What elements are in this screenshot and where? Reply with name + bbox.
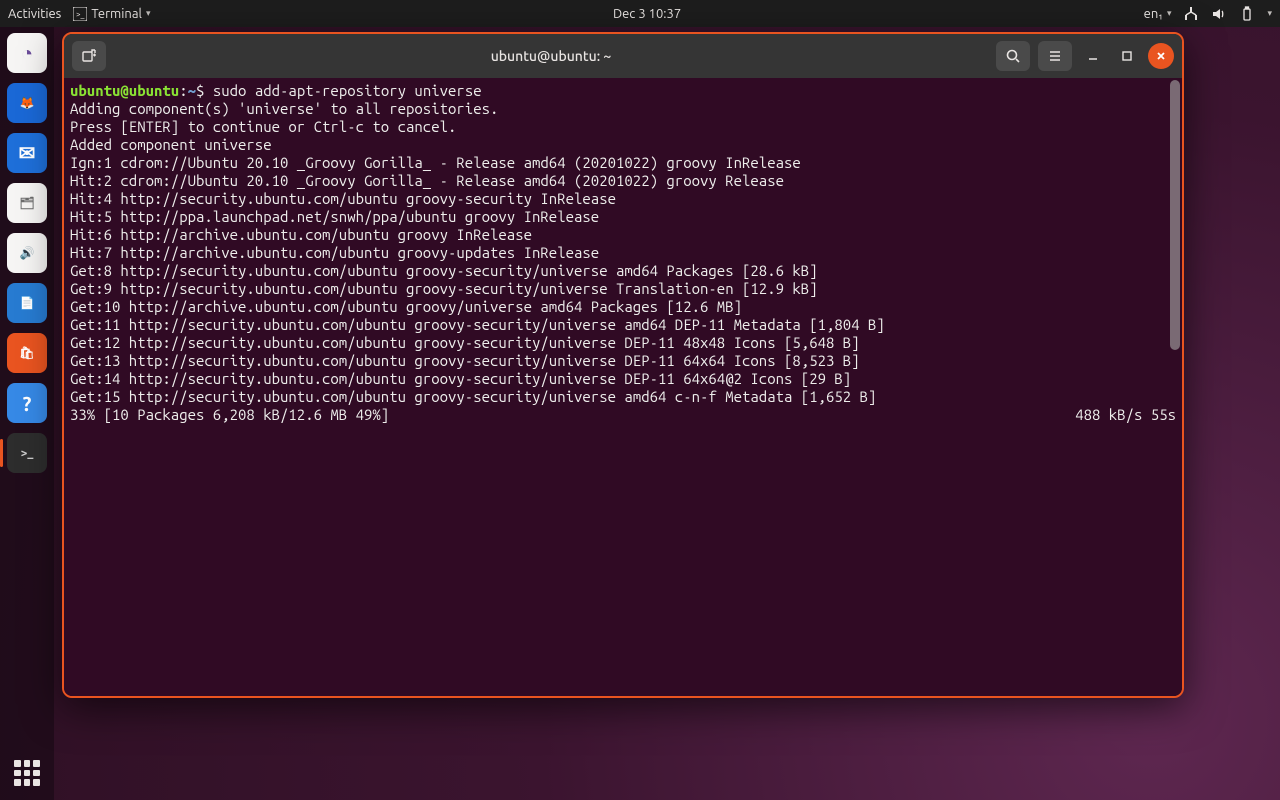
window-title: ubuntu@ubuntu: ~ [491, 48, 612, 64]
help-icon: ? [23, 392, 32, 415]
firefox-icon: 🦊 [20, 96, 35, 110]
apps-grid-icon [14, 760, 40, 786]
hamburger-icon [1047, 48, 1063, 64]
dock-app-nautilus-live[interactable]: ◔ [7, 33, 47, 73]
dock-app-files[interactable]: 🗂 [7, 183, 47, 223]
hamburger-menu-button[interactable] [1038, 41, 1072, 71]
chevron-down-icon: ▾ [146, 8, 151, 19]
search-icon [1005, 48, 1021, 64]
software-icon: 🛍 [19, 346, 34, 360]
files-icon: 🗂 [19, 196, 34, 210]
command: sudo add-apt-repository universe [213, 82, 482, 99]
chevron-down-icon: ▾ [1167, 8, 1172, 19]
volume-icon[interactable] [1211, 6, 1227, 22]
progress-left: 33% [10 Packages 6,208 kB/12.6 MB 49%] [70, 406, 389, 424]
maximize-button[interactable] [1114, 43, 1140, 69]
app-menu[interactable]: >_ Terminal ▾ [73, 7, 150, 21]
dock-app-thunderbird[interactable]: ✉ [7, 133, 47, 173]
libreoffice-writer-icon: 📄 [20, 296, 35, 310]
terminal-app-icon: >_ [73, 7, 87, 21]
terminal-content[interactable]: ubuntu@ubuntu:~$ sudo add-apt-repository… [64, 78, 1182, 696]
dock-app-rhythmbox[interactable]: 🔊 [7, 233, 47, 273]
dock-app-software[interactable]: 🛍 [7, 333, 47, 373]
search-button[interactable] [996, 41, 1030, 71]
terminal-output: ubuntu@ubuntu:~$ sudo add-apt-repository… [70, 82, 1176, 406]
battery-icon[interactable] [1239, 6, 1255, 22]
prompt-user: ubuntu@ubuntu [70, 82, 179, 99]
close-button[interactable] [1148, 43, 1174, 69]
show-applications-button[interactable] [0, 760, 54, 786]
input-source-label: en₁ [1144, 7, 1163, 21]
terminal-scrollbar[interactable] [1170, 80, 1180, 350]
window-titlebar[interactable]: ubuntu@ubuntu: ~ [64, 34, 1182, 78]
svg-text:>_: >_ [76, 10, 85, 19]
new-tab-button[interactable] [72, 41, 106, 71]
nautilus-live-icon: ◔ [21, 41, 33, 66]
input-source[interactable]: en₁ ▾ [1144, 7, 1172, 21]
minimize-button[interactable] [1080, 43, 1106, 69]
minimize-icon [1087, 50, 1099, 62]
activities-label: Activities [8, 7, 61, 21]
thunderbird-icon: ✉ [19, 141, 36, 165]
prompt-path: ~ [188, 82, 196, 99]
close-icon [1155, 50, 1167, 62]
app-menu-label: Terminal [91, 7, 142, 21]
dock-app-help[interactable]: ? [7, 383, 47, 423]
rhythmbox-icon: 🔊 [20, 246, 35, 260]
gnome-topbar: Activities >_ Terminal ▾ Dec 3 10:37 en₁… [0, 0, 1280, 27]
dock: ◔ 🦊 ✉ 🗂 🔊 📄 🛍? >_ [0, 27, 54, 800]
progress-right: 488 kB/s 55s [1075, 406, 1176, 424]
network-icon[interactable] [1183, 6, 1199, 22]
maximize-icon [1121, 50, 1133, 62]
system-menu-chevron-icon[interactable]: ▾ [1267, 8, 1272, 19]
dock-app-firefox[interactable]: 🦊 [7, 83, 47, 123]
dock-app-terminal[interactable]: >_ [7, 433, 47, 473]
terminal-icon: >_ [21, 447, 34, 460]
clock-label: Dec 3 10:37 [613, 7, 681, 21]
dock-app-libreoffice-writer[interactable]: 📄 [7, 283, 47, 323]
terminal-window: ubuntu@ubuntu: ~ [62, 32, 1184, 698]
clock[interactable]: Dec 3 10:37 [613, 7, 681, 21]
activities-button[interactable]: Activities [8, 7, 61, 21]
